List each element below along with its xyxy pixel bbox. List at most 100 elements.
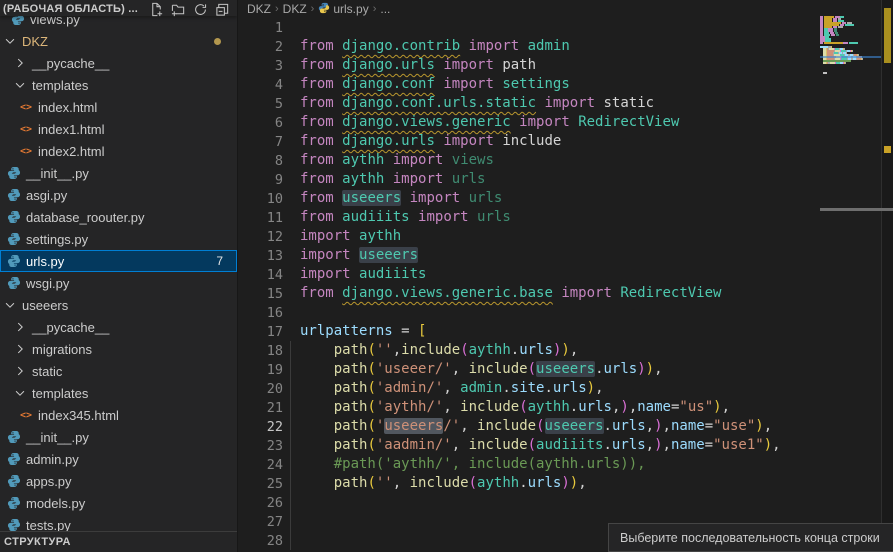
code-line-11[interactable]: 11from audiiits import urls [239,208,893,227]
file-row-apps-py[interactable]: apps.py [0,470,237,492]
code-line-10[interactable]: 10from useeers import urls [239,189,893,208]
new-file-icon[interactable] [148,2,165,17]
file-row--init-py[interactable]: __init__.py [0,162,237,184]
file-label: templates [32,386,88,401]
code-line-7[interactable]: 7from django.urls import include [239,132,893,151]
breadcrumb-item[interactable]: urls.py [318,2,368,17]
code-line-19[interactable]: 19 path('useeer/', include(useeers.urls)… [239,360,893,379]
file-label: apps.py [26,474,72,489]
file-label: migrations [32,342,92,357]
code-line-12[interactable]: 12import aythh [239,227,893,246]
line-number: 25 [239,476,283,492]
file-label: DKZ [22,34,48,49]
file-row-index1-html[interactable]: <>index1.html [0,118,237,140]
code-line-25[interactable]: 25 path('', include(aythh.urls)), [239,474,893,493]
code-line-15[interactable]: 15from django.views.generic.base import … [239,284,893,303]
folder-row-templates[interactable]: templates [0,382,237,404]
outline-section-header[interactable]: СТРУКТУРА [0,531,237,552]
file-row-index2-html[interactable]: <>index2.html [0,140,237,162]
minimap-slider-edge [820,208,893,211]
code-line-17[interactable]: 17urlpatterns = [ [239,322,893,341]
code-line-5[interactable]: 5from django.conf.urls.static import sta… [239,94,893,113]
line-number: 26 [239,495,283,511]
chevron-down-icon [12,77,28,93]
folder-row-static[interactable]: static [0,360,237,382]
file-row-asgi-py[interactable]: asgi.py [0,184,237,206]
code-area[interactable]: 12from django.contrib import admin3from … [239,18,893,550]
folder-row-templates[interactable]: templates [0,74,237,96]
code-text: path('useeers/', include(useeers.urls,),… [283,417,772,436]
file-row-index345-html[interactable]: <>index345.html [0,404,237,426]
code-line-1[interactable]: 1 [239,18,893,37]
code-line-9[interactable]: 9from aythh import urls [239,170,893,189]
python-file-icon [6,231,22,247]
file-row-wsgi-py[interactable]: wsgi.py [0,272,237,294]
line-number: 28 [239,533,283,549]
folder-row--pycache-[interactable]: __pycache__ [0,52,237,74]
minimap[interactable] [820,0,881,220]
html-file-icon: <> [18,99,34,115]
folder-row-dkz[interactable]: DKZ [0,30,237,52]
line-number: 17 [239,324,283,340]
breadcrumb-label: ... [380,2,390,16]
chevron-right-icon [12,319,28,335]
chevron-right-icon [12,341,28,357]
breadcrumb-item[interactable]: DKZ [247,2,271,16]
vscode-window: views.pyDKZ__pycache__templates<>index.h… [0,0,893,552]
code-line-24[interactable]: 24 #path('aythh/', include(aythh.urls)), [239,455,893,474]
code-line-26[interactable]: 26 [239,493,893,512]
code-line-13[interactable]: 13import useeers [239,246,893,265]
python-icon [318,2,330,17]
line-number: 2 [239,39,283,55]
code-text [283,531,300,550]
file-row-admin-py[interactable]: admin.py [0,448,237,470]
code-text [283,493,300,512]
line-number: 20 [239,381,283,397]
file-row-urls-py[interactable]: urls.py7 [0,250,237,272]
line-number: 18 [239,343,283,359]
code-text: from django.contrib import admin [283,37,570,56]
code-line-14[interactable]: 14import audiiits [239,265,893,284]
breadcrumb-item[interactable]: DKZ [283,2,307,16]
code-line-8[interactable]: 8from aythh import views [239,151,893,170]
file-label: index2.html [38,144,104,159]
python-file-icon [6,253,22,269]
file-row--init-py[interactable]: __init__.py [0,426,237,448]
python-file-icon [6,451,22,467]
code-line-3[interactable]: 3from django.urls import path [239,56,893,75]
folder-row-migrations[interactable]: migrations [0,338,237,360]
line-number: 14 [239,267,283,283]
folder-row-useeers[interactable]: useeers [0,294,237,316]
file-row-index-html[interactable]: <>index.html [0,96,237,118]
new-folder-icon[interactable] [170,2,187,17]
code-line-4[interactable]: 4from django.conf import settings [239,75,893,94]
code-text: import useeers [283,246,418,265]
breadcrumb-separator: › [373,3,377,15]
code-line-21[interactable]: 21 path('aythh/', include(aythh.urls,),n… [239,398,893,417]
code-line-23[interactable]: 23 path('aadmin/', include(audiiits.urls… [239,436,893,455]
breadcrumb-label: DKZ [283,2,307,16]
chevron-down-icon [12,385,28,401]
file-row-settings-py[interactable]: settings.py [0,228,237,250]
refresh-icon[interactable] [192,2,209,17]
code-text: from django.conf.urls.static import stat… [283,94,654,113]
code-line-18[interactable]: 18 path('',include(aythh.urls)), [239,341,893,360]
code-line-2[interactable]: 2from django.contrib import admin [239,37,893,56]
code-line-6[interactable]: 6from django.views.generic import Redire… [239,113,893,132]
line-number: 13 [239,248,283,264]
code-line-16[interactable]: 16 [239,303,893,322]
file-label: index345.html [38,408,119,423]
file-row-database-roouter-py[interactable]: database_roouter.py [0,206,237,228]
line-number: 24 [239,457,283,473]
file-label: __init__.py [26,166,89,181]
folder-row--pycache-[interactable]: __pycache__ [0,316,237,338]
breadcrumb-item[interactable]: ... [380,2,390,16]
line-number: 7 [239,134,283,150]
code-line-20[interactable]: 20 path('admin/', admin.site.urls), [239,379,893,398]
code-line-22[interactable]: 22 path('useeers/', include(useeers.urls… [239,417,893,436]
line-number: 16 [239,305,283,321]
collapse-all-icon[interactable] [214,2,231,17]
overview-ruler[interactable] [881,0,893,552]
file-label: useeers [22,298,68,313]
file-row-models-py[interactable]: models.py [0,492,237,514]
